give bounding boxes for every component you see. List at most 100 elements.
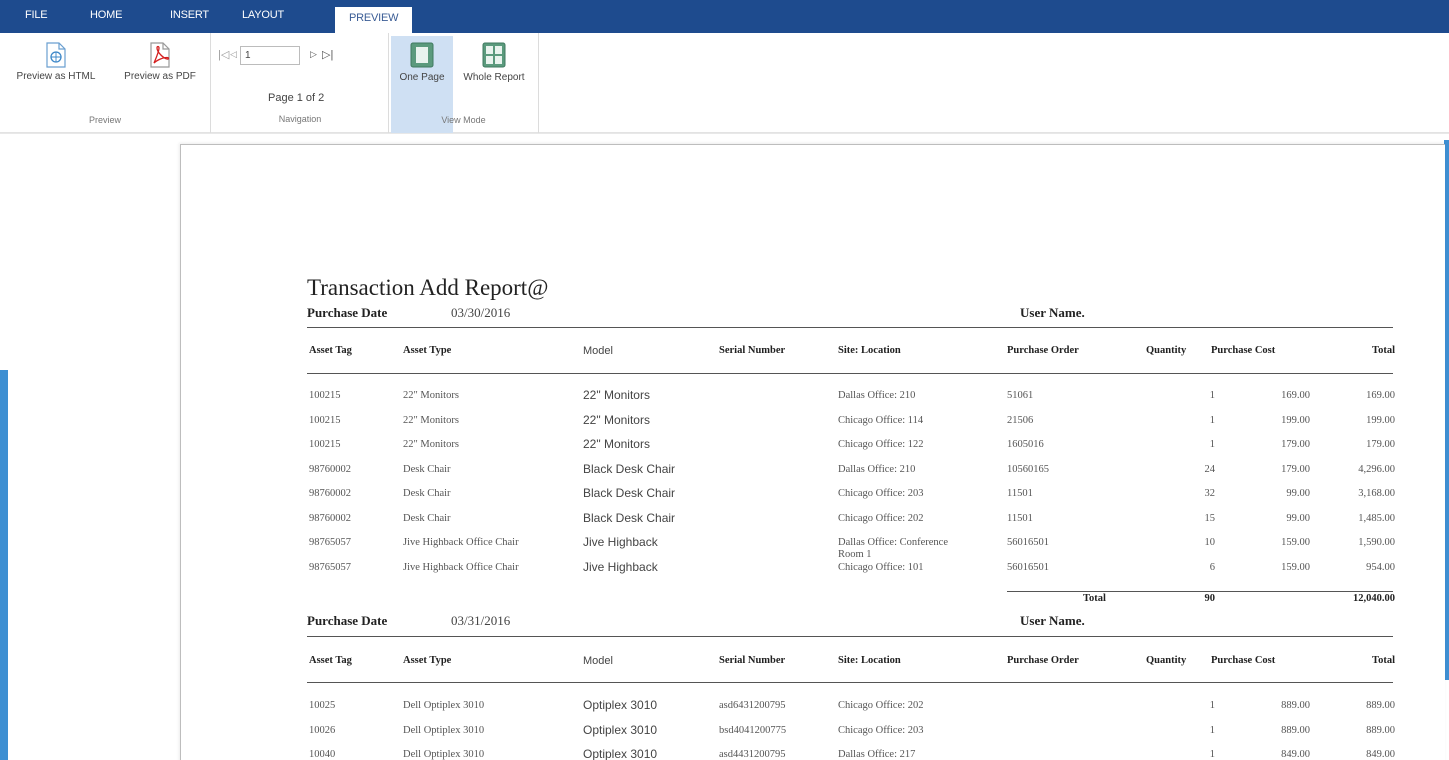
cell-model: Jive Highback: [583, 535, 658, 549]
tab-file[interactable]: FILE: [25, 9, 48, 21]
cell-purchase-order: 56016501: [1007, 537, 1049, 548]
column-header-purchase-cost: Purchase Cost: [1211, 655, 1276, 666]
left-accent-strip: [0, 370, 8, 760]
cell-total: 889.00: [1366, 724, 1395, 736]
cell-asset-tag: 98760002: [309, 512, 351, 524]
cell-asset-type: Desk Chair: [403, 488, 451, 499]
purchase-date-label: Purchase Date: [307, 613, 388, 628]
column-header-model: Model: [583, 345, 613, 357]
html-document-icon: [46, 42, 66, 68]
tab-layout[interactable]: LAYOUT: [242, 9, 284, 21]
header-rule: [307, 373, 1393, 374]
cell-total: 1,485.00: [1358, 512, 1395, 524]
cell-model: Jive Highback: [583, 559, 658, 574]
pdf-document-icon: [150, 42, 170, 68]
user-name-label: User Name.: [1020, 613, 1085, 628]
cell-purchase-cost: 99.00: [1286, 488, 1310, 499]
cell-model: Black Desk Chair: [583, 486, 676, 500]
cell-model: Black Desk Chair: [583, 510, 676, 525]
cell-total: 889.00: [1366, 700, 1395, 711]
cell-asset-type: 22" Monitors: [403, 390, 459, 401]
navigation-group-title: Navigation: [278, 114, 322, 124]
cell-purchase-cost: 159.00: [1281, 561, 1310, 573]
column-header-asset-type: Asset Type: [403, 345, 452, 356]
column-header-total: Total: [1372, 345, 1395, 356]
purchase-date-value: 03/31/2016: [451, 613, 511, 628]
cell-site-location: Chicago Office: 203: [838, 488, 924, 499]
cell-purchase-order: 11501: [1007, 488, 1033, 499]
cell-purchase-cost: 889.00: [1281, 724, 1310, 736]
cell-purchase-order: 51061: [1007, 390, 1034, 401]
ribbon-tab-bar: FILE HOME INSERT LAYOUT PREVIEW: [0, 0, 1449, 33]
column-header-serial-number: Serial Number: [719, 345, 786, 356]
purchase-date-label: Purchase Date: [307, 305, 388, 320]
view-mode-group-title: View Mode: [441, 115, 486, 125]
cell-serial-number: bsd4041200775: [719, 724, 787, 736]
cell-site-location: Dallas Office: 217: [838, 749, 916, 760]
cell-purchase-cost: 889.00: [1281, 700, 1310, 711]
column-header-asset-tag: Asset Tag: [309, 655, 352, 666]
cell-model: 22" Monitors: [583, 412, 650, 427]
purchase-date-value: 03/30/2016: [451, 305, 511, 320]
column-header-total: Total: [1372, 655, 1395, 666]
cell-model: Optiplex 3010: [583, 698, 658, 712]
page-number-input[interactable]: [240, 46, 300, 65]
column-header-purchase-order: Purchase Order: [1007, 655, 1079, 666]
cell-total: 954.00: [1366, 561, 1395, 573]
preview-group-title: Preview: [88, 115, 121, 125]
preview-as-pdf-button[interactable]: Preview as PDF: [114, 42, 206, 82]
cell-site-location: Chicago Office: 203: [838, 724, 924, 736]
one-page-label: One Page: [399, 72, 445, 83]
page-info: Page 1 of 2: [268, 92, 325, 104]
cell-asset-tag: 98760002: [309, 463, 351, 475]
view-mode-group: One Page Whole Report View Mode: [389, 33, 539, 133]
cell-asset-type: Desk Chair: [403, 463, 451, 475]
cell-purchase-cost: 159.00: [1281, 537, 1310, 548]
tab-preview[interactable]: PREVIEW: [335, 7, 413, 33]
column-header-asset-tag: Asset Tag: [309, 345, 352, 356]
report-page: [180, 144, 1445, 760]
cell-purchase-cost: 169.00: [1281, 390, 1310, 401]
ribbon-divider: [0, 133, 1449, 134]
one-page-icon: [410, 42, 434, 68]
column-header-asset-type: Asset Type: [403, 655, 452, 666]
total-label: Total: [1083, 593, 1106, 604]
cell-asset-tag: 98760002: [309, 488, 351, 499]
cell-site-location: Chicago Office: 101: [838, 561, 924, 573]
cell-purchase-order: 1605016: [1007, 439, 1044, 450]
column-header-quantity: Quantity: [1146, 655, 1187, 666]
cell-purchase-cost: 199.00: [1281, 414, 1310, 426]
cell-total: 4,296.00: [1358, 463, 1395, 475]
last-page-icon[interactable]: ▷|: [322, 48, 333, 61]
whole-report-label: Whole Report: [463, 72, 525, 83]
column-header-purchase-order: Purchase Order: [1007, 345, 1079, 356]
tab-home[interactable]: HOME: [90, 9, 122, 21]
cell-asset-tag: 10040: [309, 749, 336, 760]
cell-asset-tag: 100215: [309, 439, 341, 450]
column-header-site-location: Site: Location: [838, 655, 901, 666]
tab-insert[interactable]: INSERT: [170, 9, 209, 21]
next-page-icon[interactable]: ▷: [310, 49, 317, 60]
cell-model: Black Desk Chair: [583, 461, 676, 476]
header-rule: [307, 327, 1393, 328]
cell-asset-tag: 100215: [309, 414, 341, 426]
cell-model: 22" Monitors: [583, 388, 650, 402]
header-rule: [307, 682, 1393, 683]
whole-report-button[interactable]: Whole Report: [455, 41, 533, 83]
user-name-label: User Name.: [1020, 305, 1085, 320]
total-rule: [1007, 591, 1393, 592]
cell-model: Optiplex 3010: [583, 747, 658, 760]
cell-site-location-line2: Room 1: [838, 549, 872, 560]
column-header-purchase-cost: Purchase Cost: [1211, 345, 1276, 356]
cell-asset-type: Desk Chair: [403, 512, 451, 524]
previous-page-icon[interactable]: ◁: [230, 49, 237, 60]
cell-purchase-cost: 179.00: [1281, 439, 1310, 450]
column-header-site-location: Site: Location: [838, 345, 901, 356]
header-rule: [307, 636, 1393, 637]
preview-as-html-button[interactable]: Preview as HTML: [6, 42, 106, 82]
cell-model: Optiplex 3010: [583, 722, 658, 737]
cell-site-location: Dallas Office: 210: [838, 463, 916, 475]
first-page-icon[interactable]: |◁: [218, 48, 229, 61]
cell-purchase-order: 11501: [1007, 512, 1033, 524]
cell-site-location: Dallas Office: Conference: [838, 537, 949, 548]
